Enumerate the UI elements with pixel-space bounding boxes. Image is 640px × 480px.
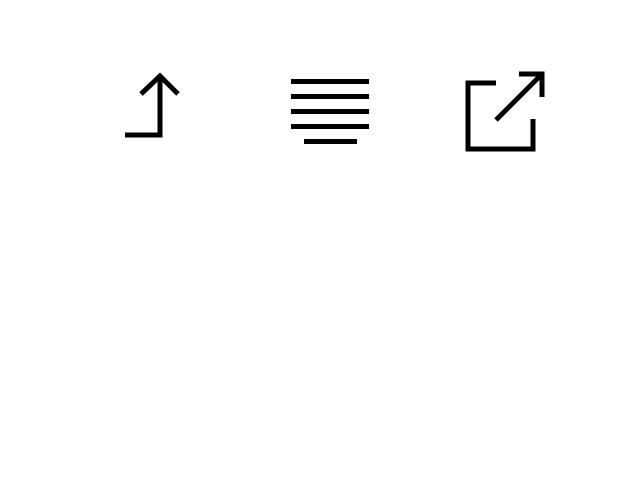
open-external-button[interactable] xyxy=(460,66,550,156)
icon-toolbar xyxy=(0,0,640,480)
justify-align-icon xyxy=(284,72,378,150)
open-external-icon xyxy=(460,66,550,156)
share-button[interactable] xyxy=(118,66,186,144)
share-up-arrow-icon xyxy=(118,66,186,144)
justify-align-button[interactable] xyxy=(284,72,378,150)
